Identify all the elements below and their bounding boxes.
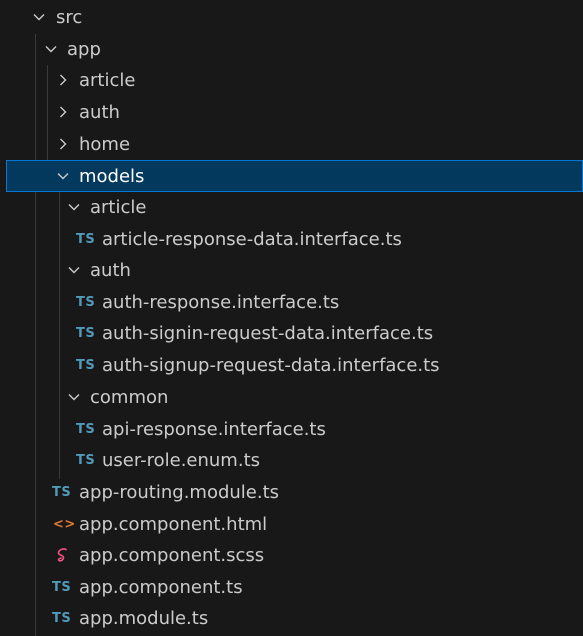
tree-item-label: app.component.ts — [79, 577, 243, 598]
tree-item-label: src — [56, 7, 83, 28]
tree-item-label: common — [90, 387, 169, 408]
tree-item-label: home — [79, 134, 131, 155]
tree-item-models-auth-folder[interactable]: auth — [0, 255, 583, 286]
typescript-file-icon: TS — [76, 295, 96, 310]
tree-item-label: app.component.html — [79, 514, 268, 535]
tree-item-label: user-role.enum.ts — [102, 450, 261, 471]
tree-item-label: auth — [90, 260, 131, 281]
tree-item-label: article — [90, 197, 147, 218]
typescript-file-icon: TS — [76, 453, 96, 468]
tree-item-models-article-folder[interactable]: article — [0, 192, 583, 223]
tree-item-home-folder[interactable]: home — [0, 129, 583, 160]
tree-item-file[interactable]: TS auth-signup-request-data.interface.ts — [0, 350, 583, 381]
tree-item-label: auth-signup-request-data.interface.ts — [102, 355, 440, 376]
chevron-right-icon — [56, 105, 70, 119]
tree-item-file[interactable]: TS app.component.ts — [0, 572, 583, 603]
chevron-down-icon — [56, 169, 70, 183]
tree-item-src[interactable]: src — [0, 2, 583, 33]
tree-item-models-common-folder[interactable]: common — [0, 382, 583, 413]
tree-item-file[interactable]: TS app.module.ts — [0, 603, 583, 634]
chevron-down-icon — [67, 263, 81, 277]
tree-item-file[interactable]: TS app-routing.module.ts — [0, 477, 583, 508]
tree-item-label: auth-signin-request-data.interface.ts — [102, 323, 434, 344]
tree-item-label: app-routing.module.ts — [79, 482, 280, 503]
tree-item-file[interactable]: TS user-role.enum.ts — [0, 445, 583, 476]
chevron-down-icon — [67, 200, 81, 214]
tree-item-label: models — [79, 166, 145, 187]
tree-item-models-folder[interactable]: models — [6, 160, 583, 192]
typescript-file-icon: TS — [76, 358, 96, 373]
chevron-down-icon — [32, 10, 46, 24]
sass-file-icon — [55, 547, 71, 564]
tree-item-file[interactable]: TS auth-response.interface.ts — [0, 287, 583, 318]
tree-item-auth-folder[interactable]: auth — [0, 97, 583, 128]
chevron-right-icon — [56, 137, 70, 151]
file-explorer-tree: src app article auth home models article… — [0, 0, 583, 636]
chevron-right-icon — [56, 73, 70, 87]
tree-item-app[interactable]: app — [0, 34, 583, 65]
tree-item-article-folder[interactable]: article — [0, 65, 583, 96]
tree-item-label: api-response.interface.ts — [102, 419, 326, 440]
typescript-file-icon: TS — [52, 611, 72, 626]
tree-item-label: article — [79, 70, 136, 91]
chevron-down-icon — [67, 390, 81, 404]
tree-item-file[interactable]: app.component.scss — [0, 540, 583, 571]
tree-item-label: article-response-data.interface.ts — [102, 229, 402, 250]
tree-item-file[interactable]: <> app.component.html — [0, 509, 583, 540]
tree-item-label: app — [67, 39, 101, 60]
tree-item-file[interactable]: TS api-response.interface.ts — [0, 414, 583, 445]
tree-item-file[interactable]: TS auth-signin-request-data.interface.ts — [0, 318, 583, 349]
typescript-file-icon: TS — [76, 422, 96, 437]
tree-item-label: auth — [79, 102, 120, 123]
tree-item-label: app.component.scss — [79, 545, 265, 566]
typescript-file-icon: TS — [52, 485, 72, 500]
tree-item-file[interactable]: TS article-response-data.interface.ts — [0, 224, 583, 255]
tree-item-label: auth-response.interface.ts — [102, 292, 340, 313]
typescript-file-icon: TS — [76, 232, 96, 247]
typescript-file-icon: TS — [76, 326, 96, 341]
typescript-file-icon: TS — [52, 580, 72, 595]
tree-item-label: app.module.ts — [79, 608, 209, 629]
html-file-icon: <> — [53, 517, 76, 532]
chevron-down-icon — [44, 42, 58, 56]
